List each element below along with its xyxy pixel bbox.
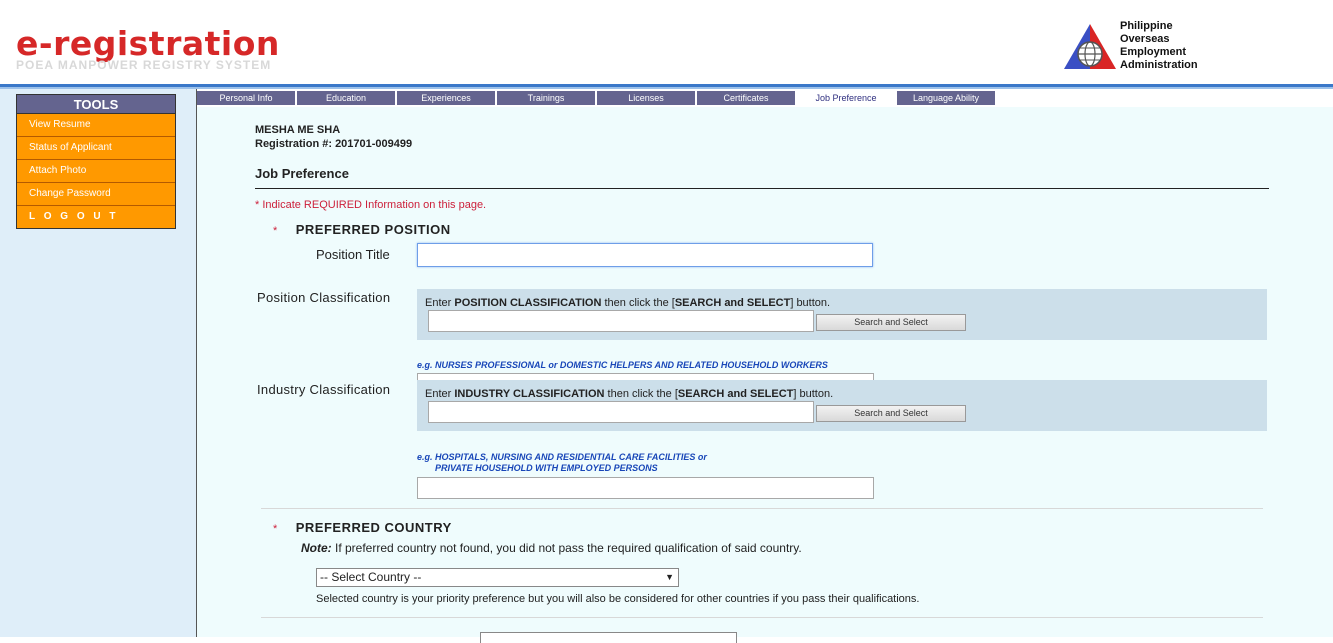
preferred-country-heading: * PREFERRED COUNTRY — [273, 519, 452, 537]
industry-classification-example: e.g. HOSPITALS, NURSING AND RESIDENTIAL … — [417, 452, 707, 473]
tab-personal-info[interactable]: Personal Info — [197, 91, 295, 105]
industry-classification-instructions: Enter INDUSTRY CLASSIFICATION then click… — [425, 388, 834, 400]
tab-language-ability[interactable]: Language Ability — [897, 91, 995, 105]
country-help-text: Selected country is your priority prefer… — [316, 593, 920, 605]
position-classification-label: Position Classification — [257, 290, 391, 305]
agency-line: Employment — [1120, 46, 1187, 58]
tab-job-preference[interactable]: Job Preference — [797, 91, 895, 105]
tab-licenses[interactable]: Licenses — [597, 91, 695, 105]
attach-photo-link[interactable]: Attach Photo — [17, 160, 175, 183]
brand-subtitle: POEA MANPOWER REGISTRY SYSTEM — [16, 58, 272, 72]
main-panel: Personal Info Education Experiences Trai… — [197, 89, 1333, 643]
tools-menu: TOOLS View Resume Status of Applicant At… — [16, 94, 176, 229]
position-classification-instructions: Enter POSITION CLASSIFICATION then click… — [425, 297, 831, 309]
agency-name: Philippine Overseas Employment Administr… — [1120, 20, 1198, 72]
required-note: * Indicate REQUIRED Information on this … — [255, 199, 487, 211]
required-star: * — [273, 225, 278, 237]
page-header: e-registration POEA MANPOWER REGISTRY SY… — [0, 0, 1333, 84]
dropdown-arrow-icon: ▼ — [665, 572, 674, 582]
change-password-link[interactable]: Change Password — [17, 183, 175, 206]
country-note: Note: If preferred country not found, yo… — [301, 541, 802, 555]
heading-divider — [255, 188, 1269, 189]
form-content: MESHA ME SHA Registration #: 201701-0094… — [197, 107, 1333, 643]
view-resume-link[interactable]: View Resume — [17, 114, 175, 137]
industry-classification-label: Industry Classification — [257, 382, 391, 397]
tab-certificates[interactable]: Certificates — [697, 91, 795, 105]
tab-education[interactable]: Education — [297, 91, 395, 105]
country-select-value: -- Select Country -- — [320, 570, 422, 584]
tools-heading: TOOLS — [17, 95, 175, 114]
next-select-partial[interactable] — [480, 632, 737, 643]
position-classification-search-button[interactable]: Search and Select — [816, 314, 966, 331]
agency-line: Overseas — [1120, 33, 1170, 45]
section-divider — [261, 617, 1263, 618]
industry-classification-search-box: Enter INDUSTRY CLASSIFICATION then click… — [417, 380, 1267, 431]
tab-trainings[interactable]: Trainings — [497, 91, 595, 105]
agency-line: Philippine — [1120, 20, 1173, 32]
position-classification-search-input[interactable] — [428, 310, 814, 332]
brand-logo: e-registration POEA MANPOWER REGISTRY SY… — [16, 24, 280, 73]
country-select[interactable]: -- Select Country -- ▼ — [316, 568, 679, 587]
poea-logo-icon — [1064, 24, 1116, 69]
preferred-position-title: PREFERRED POSITION — [295, 222, 451, 237]
position-title-input[interactable] — [417, 243, 873, 267]
page-title: Job Preference — [255, 166, 349, 181]
industry-classification-search-button[interactable]: Search and Select — [816, 405, 966, 422]
position-classification-example: e.g. NURSES PROFESSIONAL or DOMESTIC HEL… — [417, 360, 828, 370]
registration-number: Registration #: 201701-009499 — [255, 138, 413, 150]
preferred-country-title: PREFERRED COUNTRY — [295, 520, 452, 535]
position-title-label: Position Title — [316, 247, 390, 262]
industry-classification-result[interactable] — [417, 477, 874, 499]
tab-bar: Personal Info Education Experiences Trai… — [197, 91, 997, 107]
sidebar: TOOLS View Resume Status of Applicant At… — [0, 89, 197, 637]
industry-classification-search-input[interactable] — [428, 401, 814, 423]
position-classification-search-box: Enter POSITION CLASSIFICATION then click… — [417, 289, 1267, 340]
tab-experiences[interactable]: Experiences — [397, 91, 495, 105]
preferred-position-heading: * PREFERRED POSITION — [273, 221, 451, 239]
agency-line: Administration — [1120, 59, 1198, 71]
required-star: * — [273, 523, 278, 535]
section-divider — [261, 508, 1263, 509]
status-of-applicant-link[interactable]: Status of Applicant — [17, 137, 175, 160]
logout-link[interactable]: L O G O U T — [17, 206, 175, 228]
applicant-name: MESHA ME SHA — [255, 124, 341, 136]
brand-title: e-registration — [16, 24, 280, 63]
